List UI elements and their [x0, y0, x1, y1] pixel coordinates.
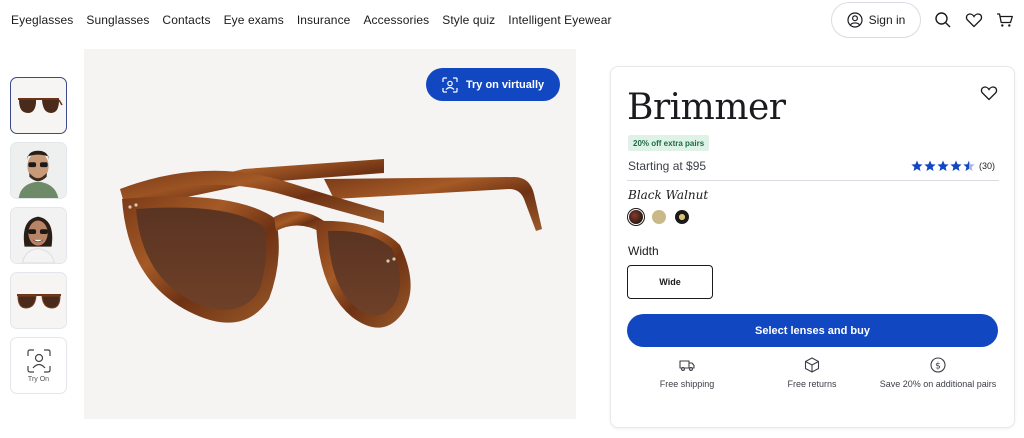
search-icon[interactable] [934, 11, 952, 29]
face-scan-icon [26, 349, 51, 373]
product-panel: Brimmer 20% off extra pairs Starting at … [610, 66, 1015, 428]
nav-link-eye-exams[interactable]: Eye exams [224, 13, 284, 27]
product-title: Brimmer [627, 87, 786, 128]
perk-free-returns: Free returns [750, 357, 874, 391]
perk-text: Save 20% on additional pairs [879, 379, 997, 389]
try-on-virtually-button[interactable]: Try on virtually [426, 68, 560, 101]
favorite-heart-icon[interactable] [980, 84, 998, 102]
box-icon [804, 357, 820, 373]
nav-link-style-quiz[interactable]: Style quiz [442, 13, 495, 27]
star-half-icon [963, 160, 975, 171]
star-full-icon [924, 160, 936, 171]
price-text: Starting at $95 [628, 159, 707, 173]
product-image [84, 49, 576, 419]
heart-icon[interactable] [965, 11, 983, 29]
truck-icon [679, 360, 695, 371]
color-name: Black Walnut [628, 188, 709, 202]
thumbnail-male-model[interactable] [10, 142, 67, 199]
nav-link-eyeglasses[interactable]: Eyeglasses [11, 13, 73, 27]
user-icon [847, 12, 863, 28]
select-lenses-buy-button[interactable]: Select lenses and buy [627, 314, 998, 347]
top-nav: Eyeglasses Sunglasses Contacts Eye exams… [0, 0, 1024, 40]
star-rating[interactable] [911, 160, 975, 172]
try-on-virtually-label: Try on virtually [465, 78, 545, 91]
perk-text: Free shipping [659, 379, 715, 389]
svg-text:$: $ [935, 362, 941, 372]
perk-save-20: $ Save 20% on additional pairs [876, 357, 1000, 391]
star-full-icon [937, 160, 949, 171]
male-model-image [11, 143, 66, 198]
star-full-icon [950, 160, 962, 171]
dollar-icon: $ [930, 357, 946, 373]
face-scan-icon [442, 76, 458, 93]
sunglasses-front-image [16, 293, 61, 309]
sunglasses-thumbnail-image [17, 97, 63, 113]
nav-link-contacts[interactable]: Contacts [162, 13, 210, 27]
nav-link-intelligent-eyewear[interactable]: Intelligent Eyewear [508, 13, 611, 27]
width-label: Width [628, 244, 659, 258]
perk-free-shipping: Free shipping [625, 357, 749, 391]
thumbnail-try-on[interactable]: Try On [10, 337, 67, 394]
perk-text: Free returns [787, 379, 837, 389]
nav-link-sunglasses[interactable]: Sunglasses [86, 13, 149, 27]
nav-link-insurance[interactable]: Insurance [297, 13, 351, 27]
swatch-black-walnut[interactable] [627, 208, 645, 226]
thumbnail-sunglasses-front[interactable] [10, 272, 67, 329]
female-model-image [11, 208, 66, 263]
thumbnail-sunglasses-angle[interactable] [10, 77, 67, 134]
sign-in-button[interactable]: Sign in [831, 2, 921, 38]
sunglasses-hero-image [120, 159, 542, 328]
swatch-tan[interactable] [652, 210, 666, 224]
star-full-icon [911, 160, 923, 171]
promo-badge: 20% off extra pairs [628, 135, 710, 151]
divider [627, 180, 999, 181]
sign-in-label: Sign in [868, 13, 906, 27]
width-option-wide[interactable]: Wide [627, 265, 713, 299]
cart-icon[interactable] [996, 11, 1014, 29]
try-on-label: Try On [27, 376, 50, 383]
swatch-black-gold[interactable] [675, 210, 689, 224]
nav-link-accessories[interactable]: Accessories [363, 13, 429, 27]
rating-count[interactable]: (30) [979, 161, 995, 171]
thumbnail-female-model[interactable] [10, 207, 67, 264]
nav-links: Eyeglasses Sunglasses Contacts Eye exams… [11, 13, 625, 27]
